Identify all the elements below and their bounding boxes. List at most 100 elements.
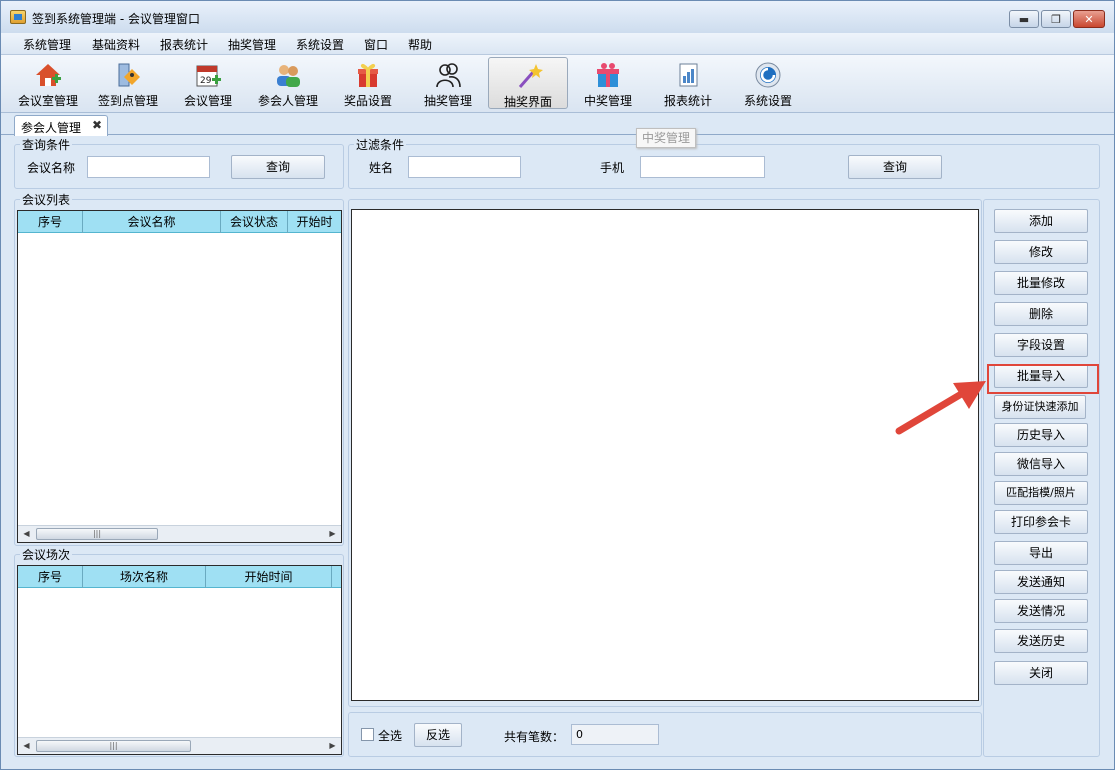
- people-outline-icon: [436, 63, 461, 88]
- tool-system-settings[interactable]: 系统设置: [728, 57, 808, 109]
- tool-lottery-screen[interactable]: 抽奖界面: [488, 57, 568, 109]
- send-history-button[interactable]: 发送历史: [994, 629, 1088, 653]
- column-header[interactable]: 开始时间: [206, 566, 332, 588]
- tool-label: 中奖管理: [583, 94, 632, 108]
- invert-selection-button[interactable]: 反选: [414, 723, 462, 747]
- settings-disc-icon: [755, 62, 781, 88]
- sessions-header: 序号 场次名称 开始时间: [18, 566, 341, 588]
- sessions-grid[interactable]: 序号 场次名称 开始时间 ◀ ||| ▶: [17, 565, 342, 755]
- tab-attendee-manage[interactable]: 参会人管理 ✖: [14, 115, 108, 136]
- tool-attendees[interactable]: 参会人管理: [248, 57, 328, 109]
- menu-reports[interactable]: 报表统计: [160, 36, 208, 53]
- total-count-label: 共有笔数：: [504, 730, 565, 744]
- tool-reports[interactable]: 报表统计: [648, 57, 728, 109]
- sessions-title: 会议场次: [20, 546, 73, 563]
- title-bar: 签到系统管理端 - 会议管理窗口 ▬ ❐ ✕: [1, 1, 1114, 33]
- field-settings-button[interactable]: 字段设置: [994, 333, 1088, 357]
- meeting-list-header: 序号 会议名称 会议状态 开始时: [18, 211, 341, 233]
- tool-label: 会议管理: [183, 94, 232, 108]
- scroll-right-icon[interactable]: ▶: [324, 526, 341, 542]
- tool-winner-manage[interactable]: 中奖管理: [568, 57, 648, 109]
- scroll-left-icon[interactable]: ◀: [18, 526, 35, 542]
- window-title: 签到系统管理端 - 会议管理窗口: [32, 12, 200, 26]
- send-status-button[interactable]: 发送情况: [994, 599, 1088, 623]
- column-header[interactable]: 会议名称: [83, 211, 221, 233]
- meeting-name-label: 会议名称: [27, 161, 76, 175]
- column-header[interactable]: 会议状态: [221, 211, 288, 233]
- main-window: 签到系统管理端 - 会议管理窗口 ▬ ❐ ✕ 系统管理 基础资料 报表统计 抽奖…: [0, 0, 1115, 770]
- report-icon: [679, 63, 698, 87]
- delete-button[interactable]: 删除: [994, 302, 1088, 326]
- edit-button[interactable]: 修改: [994, 240, 1088, 264]
- tab-label: 参会人管理: [21, 121, 82, 135]
- menu-base-data[interactable]: 基础资料: [92, 36, 140, 53]
- tab-strip: 参会人管理 ✖: [1, 113, 1114, 136]
- minimize-button[interactable]: ▬: [1009, 10, 1039, 28]
- meeting-list-grid[interactable]: 序号 会议名称 会议状态 开始时 ◀ ||| ▶: [17, 210, 342, 543]
- tooltip: 中奖管理: [636, 128, 696, 148]
- scroll-thumb[interactable]: |||: [36, 740, 191, 752]
- tool-label: 抽奖管理: [423, 94, 472, 108]
- column-header[interactable]: 序号: [18, 566, 83, 588]
- send-notice-button[interactable]: 发送通知: [994, 570, 1088, 594]
- total-count-field: [571, 724, 659, 745]
- tool-meeting[interactable]: 29 会议管理: [168, 57, 248, 109]
- annotation-arrow-icon: [895, 381, 986, 435]
- signin-point-icon: [118, 63, 140, 87]
- scroll-left-icon[interactable]: ◀: [18, 738, 35, 754]
- name-input[interactable]: [408, 156, 521, 178]
- export-button[interactable]: 导出: [994, 541, 1088, 565]
- meeting-search-button[interactable]: 查询: [231, 155, 325, 179]
- tool-label: 会议室管理: [17, 94, 78, 108]
- tool-lottery-manage[interactable]: 抽奖管理: [408, 57, 488, 109]
- wechat-import-button[interactable]: 微信导入: [994, 452, 1088, 476]
- print-attendee-card-button[interactable]: 打印参会卡: [994, 510, 1088, 534]
- filter-group-title: 过滤条件: [354, 136, 407, 153]
- tool-prize-settings[interactable]: 奖品设置: [328, 57, 408, 109]
- filter-search-button[interactable]: 查询: [848, 155, 942, 179]
- sessions-hscroll[interactable]: ◀ ||| ▶: [18, 737, 341, 754]
- history-import-button[interactable]: 历史导入: [994, 423, 1088, 447]
- query-group-title: 查询条件: [20, 136, 73, 153]
- name-label: 姓名: [369, 161, 394, 175]
- meeting-list-title: 会议列表: [20, 191, 73, 208]
- tool-label: 抽奖界面: [503, 95, 552, 109]
- menu-help[interactable]: 帮助: [408, 36, 432, 53]
- id-card-quick-add-button[interactable]: 身份证快速添加: [994, 395, 1086, 419]
- scroll-right-icon[interactable]: ▶: [324, 738, 341, 754]
- add-button[interactable]: 添加: [994, 209, 1088, 233]
- meeting-name-input[interactable]: [87, 156, 210, 178]
- select-all-checkbox[interactable]: [361, 728, 374, 741]
- svg-text:29: 29: [200, 76, 212, 86]
- magic-wand-icon: [518, 64, 543, 88]
- close-button[interactable]: 关闭: [994, 661, 1088, 685]
- app-icon: [10, 10, 26, 24]
- tool-label: 系统设置: [743, 94, 792, 108]
- menu-lottery-manage[interactable]: 抽奖管理: [228, 36, 276, 53]
- attendee-list-panel[interactable]: [351, 209, 979, 701]
- tool-label: 签到点管理: [97, 94, 158, 108]
- tool-label: 奖品设置: [343, 94, 392, 108]
- close-tab-icon[interactable]: ✖: [92, 118, 102, 132]
- match-fingerprint-photo-button[interactable]: 匹配指模/照片: [994, 481, 1088, 505]
- batch-edit-button[interactable]: 批量修改: [994, 271, 1088, 295]
- annotation-highlight-box: [987, 364, 1099, 394]
- house-add-icon: [36, 64, 61, 86]
- menu-system-manage[interactable]: 系统管理: [23, 36, 71, 53]
- column-header[interactable]: 场次名称: [83, 566, 206, 588]
- column-header[interactable]: 开始时: [288, 211, 341, 233]
- scroll-thumb[interactable]: |||: [36, 528, 158, 540]
- menu-window[interactable]: 窗口: [364, 36, 388, 53]
- tool-label: 报表统计: [663, 94, 712, 108]
- close-button[interactable]: ✕: [1073, 10, 1105, 28]
- gift-box-icon: [358, 63, 378, 87]
- menu-bar: 系统管理 基础资料 报表统计 抽奖管理 系统设置 窗口 帮助: [1, 33, 1114, 55]
- phone-label: 手机: [600, 161, 625, 175]
- menu-system-settings[interactable]: 系统设置: [296, 36, 344, 53]
- column-header[interactable]: 序号: [18, 211, 83, 233]
- maximize-button[interactable]: ❐: [1041, 10, 1071, 28]
- meeting-list-hscroll[interactable]: ◀ ||| ▶: [18, 525, 341, 542]
- tool-meeting-room[interactable]: 会议室管理: [8, 57, 88, 109]
- phone-input[interactable]: [640, 156, 765, 178]
- tool-signin-point[interactable]: 签到点管理: [88, 57, 168, 109]
